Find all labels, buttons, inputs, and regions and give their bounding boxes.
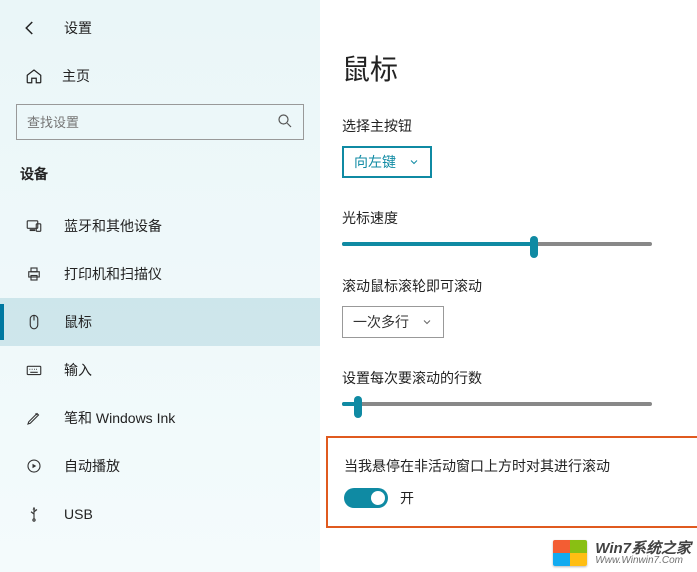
nav-label: 蓝牙和其他设备 <box>64 216 162 236</box>
nav-label: 输入 <box>64 360 92 380</box>
toggle-state: 开 <box>400 488 414 508</box>
watermark-url: Www.Winwin7.Com <box>595 556 691 566</box>
wheel-scroll-dropdown[interactable]: 一次多行 <box>342 306 444 338</box>
nav-typing[interactable]: 输入 <box>0 346 320 394</box>
mouse-icon <box>24 313 44 331</box>
nav-label: USB <box>64 506 93 522</box>
slider-thumb[interactable] <box>354 396 362 418</box>
watermark: Win7系统之家 Www.Winwin7.Com <box>553 540 691 566</box>
nav-pen[interactable]: 笔和 Windows Ink <box>0 394 320 442</box>
app-title: 设置 <box>64 18 92 38</box>
primary-button-dropdown[interactable]: 向左键 <box>342 146 432 178</box>
nav-printers[interactable]: 打印机和扫描仪 <box>0 250 320 298</box>
chevron-down-icon <box>408 156 420 168</box>
nav-label: 自动播放 <box>64 456 120 476</box>
inactive-scroll-label: 当我悬停在非活动窗口上方时对其进行滚动 <box>344 456 688 476</box>
inactive-scroll-toggle[interactable] <box>344 488 388 508</box>
nav-usb[interactable]: USB <box>0 490 320 538</box>
wheel-scroll-label: 滚动鼠标滚轮即可滚动 <box>342 276 697 296</box>
section-title: 设备 <box>0 160 320 202</box>
nav-label: 鼠标 <box>64 312 92 332</box>
nav-mouse[interactable]: 鼠标 <box>0 298 320 346</box>
primary-button-label: 选择主按钮 <box>342 116 697 136</box>
nav-label: 笔和 Windows Ink <box>64 408 175 428</box>
nav-bluetooth[interactable]: 蓝牙和其他设备 <box>0 202 320 250</box>
printer-icon <box>24 265 44 283</box>
dropdown-value: 一次多行 <box>353 312 409 332</box>
home-label: 主页 <box>62 66 90 86</box>
pen-icon <box>24 409 44 427</box>
lines-scroll-label: 设置每次要滚动的行数 <box>342 368 697 388</box>
lines-scroll-slider[interactable] <box>342 402 652 406</box>
home-icon <box>24 67 44 85</box>
search-input[interactable] <box>16 104 304 140</box>
toggle-knob <box>371 491 385 505</box>
cursor-speed-label: 光标速度 <box>342 208 697 228</box>
cursor-speed-slider[interactable] <box>342 242 652 246</box>
search-icon <box>276 112 294 130</box>
page-title: 鼠标 <box>342 48 697 88</box>
home-nav[interactable]: 主页 <box>0 38 320 104</box>
nav-autoplay[interactable]: 自动播放 <box>0 442 320 490</box>
chevron-down-icon <box>421 316 433 328</box>
highlight-box: 当我悬停在非活动窗口上方时对其进行滚动 开 <box>326 436 697 528</box>
dropdown-value: 向左键 <box>354 152 396 172</box>
arrow-left-icon <box>21 19 39 37</box>
windows-flag-icon <box>553 540 587 566</box>
slider-thumb[interactable] <box>530 236 538 258</box>
devices-icon <box>24 217 44 235</box>
watermark-title: Win7系统之家 <box>595 541 691 556</box>
usb-icon <box>24 505 44 523</box>
nav-label: 打印机和扫描仪 <box>64 264 162 284</box>
keyboard-icon <box>24 361 44 379</box>
autoplay-icon <box>24 457 44 475</box>
back-button[interactable] <box>20 18 40 38</box>
